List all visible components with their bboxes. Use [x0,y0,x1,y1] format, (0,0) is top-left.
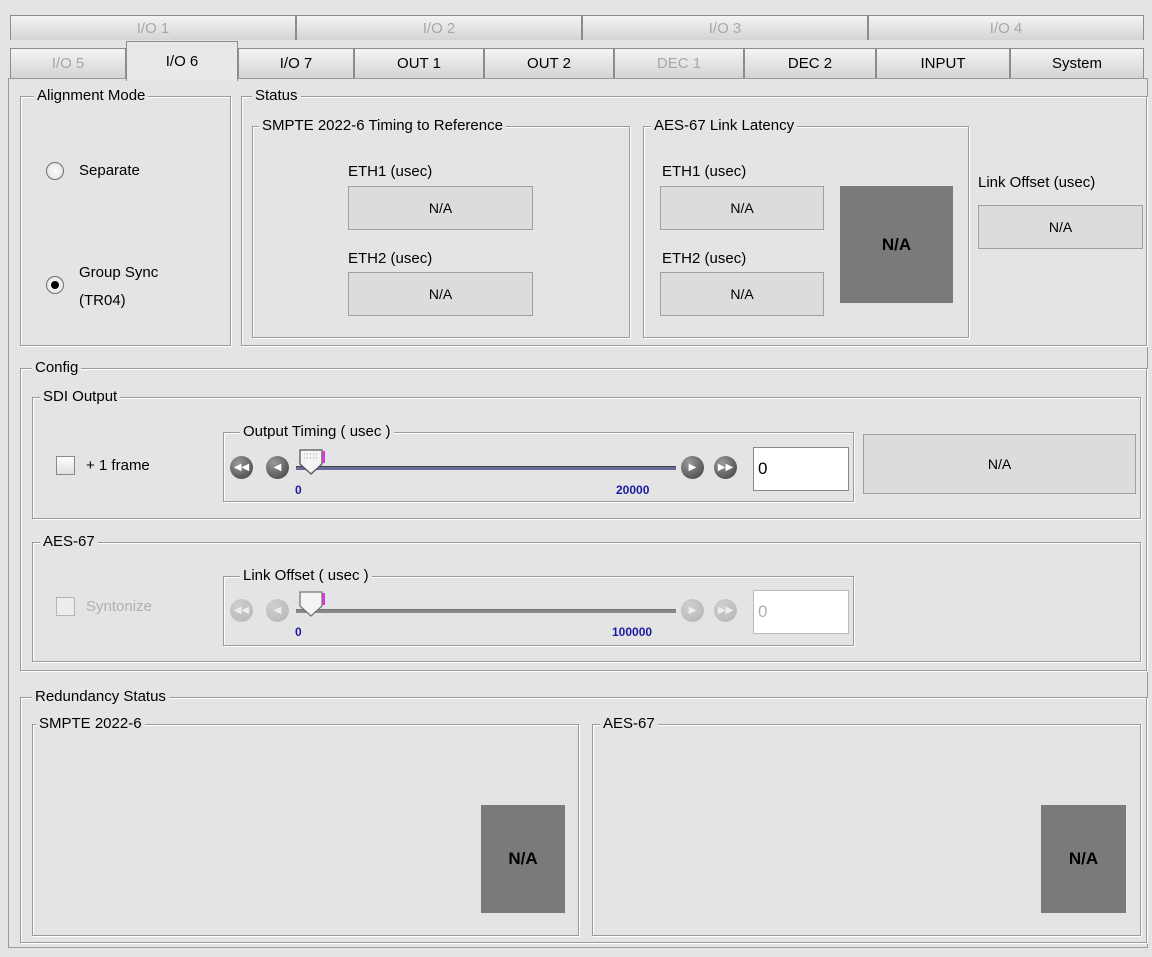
output-timing-slider-thumb[interactable] [298,448,326,478]
link-offset-min-label: 0 [295,625,302,639]
link-offset-track [296,609,676,613]
tab-out2[interactable]: OUT 2 [484,48,614,78]
output-timing-input[interactable]: 0 [753,447,849,491]
fast-rewind-button[interactable]: ◀◀ [230,456,253,479]
tab-io2: I/O 2 [296,15,582,40]
tab-dec1: DEC 1 [614,48,744,78]
redundancy-smpte-indicator: N/A [481,805,565,913]
tab-io3: I/O 3 [582,15,868,40]
link-offset-status-label: Link Offset (usec) [978,174,1096,191]
aes67-config-title: AES-67 [40,534,98,550]
radio-group-sync[interactable] [46,276,64,294]
aes-latency-title: AES-67 Link Latency [651,118,798,134]
tab-dec2[interactable]: DEC 2 [744,48,876,78]
smpte-eth2-label: ETH2 (usec) [348,250,433,267]
radio-separate[interactable] [46,162,64,180]
group-sync-label[interactable]: Group Sync [79,264,158,281]
redundancy-smpte-title: SMPTE 2022-6 [36,716,145,732]
tab-system[interactable]: System [1010,48,1144,78]
config-title: Config [32,360,82,376]
tab-io4: I/O 4 [868,15,1144,40]
fast-forward-button-disabled: ▶▶ [714,599,737,622]
output-timing-track[interactable] [296,466,676,470]
link-offset-max-label: 100000 [612,625,653,639]
step-back-button-disabled: ◀ [266,599,289,622]
plus-one-frame-label[interactable]: + 1 frame [86,457,150,474]
tab-io1: I/O 1 [10,15,296,40]
group-sync-sublabel[interactable]: (TR04) [79,292,126,309]
aes-eth2-label: ETH2 (usec) [662,250,747,267]
radio-selected-dot [51,281,59,289]
aes-latency-indicator: N/A [840,186,953,303]
fast-rewind-button-disabled: ◀◀ [230,599,253,622]
tab-input[interactable]: INPUT [876,48,1010,78]
redundancy-aes-indicator: N/A [1041,805,1126,913]
step-forward-button-disabled: ▶ [681,599,704,622]
step-back-button[interactable]: ◀ [266,456,289,479]
output-timing-min-label: 0 [295,483,302,497]
sdi-output-title: SDI Output [40,389,121,405]
smpte-eth1-value: N/A [348,186,533,230]
separate-label[interactable]: Separate [79,162,140,179]
link-offset-title: Link Offset ( usec ) [240,568,372,584]
output-timing-title: Output Timing ( usec ) [240,424,394,440]
smpte-timing-title: SMPTE 2022-6 Timing to Reference [259,118,506,134]
alignment-mode-title: Alignment Mode [34,88,149,104]
link-offset-input: 0 [753,590,849,634]
aes-eth1-value: N/A [660,186,824,230]
output-timing-max-label: 20000 [616,483,650,497]
redundancy-title: Redundancy Status [32,689,169,705]
smpte-eth1-label: ETH1 (usec) [348,163,433,180]
output-timing-readout: N/A [863,434,1136,494]
link-offset-slider-thumb [299,591,325,617]
aes-eth2-value: N/A [660,272,824,316]
status-title: Status [252,88,301,104]
redundancy-aes-title: AES-67 [600,716,658,732]
link-offset-status-value: N/A [978,205,1143,249]
plus-one-frame-checkbox[interactable] [56,456,75,475]
aes-eth1-label: ETH1 (usec) [662,163,747,180]
syntonize-checkbox [56,597,75,616]
tab-io7[interactable]: I/O 7 [238,48,354,78]
fast-forward-button[interactable]: ▶▶ [714,456,737,479]
tab-out1[interactable]: OUT 1 [354,48,484,78]
tab-io6[interactable]: I/O 6 [126,41,238,81]
tab-io5: I/O 5 [10,48,126,78]
smpte-eth2-value: N/A [348,272,533,316]
syntonize-label: Syntonize [86,598,152,615]
step-forward-button[interactable]: ▶ [681,456,704,479]
